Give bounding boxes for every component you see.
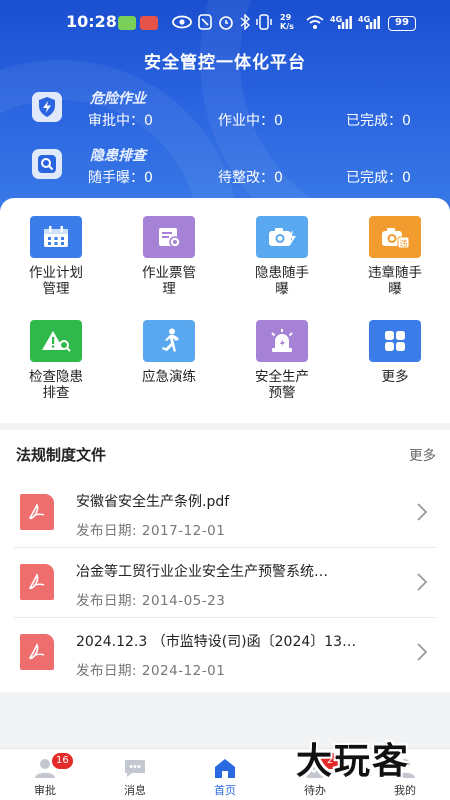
stat-label: 随手曝： [88,170,144,186]
camera-icon [256,216,308,258]
tab-label: 审批 [34,784,56,797]
tab-label: 我的 [394,784,416,797]
signal-icon-1 [338,16,352,29]
grid-item-work-ticket[interactable]: 作业票管理 [113,216,225,297]
document-date-label: 发布日期: [76,663,138,679]
heart-notification-icon [140,16,158,30]
stat-title: 危险作业 [90,91,146,107]
warning-search-icon [30,320,82,362]
chevron-right-icon [417,573,428,591]
stat-dangerous-work[interactable]: 危险作业 审批中：0 作业中：0 已完成：0 [30,88,430,138]
document-date: 2024-12-01 [141,663,226,679]
document-title: 2024.12.3 （市监特设(司)函〔2024〕13… [76,634,357,650]
status-time: 10:28 [66,12,117,31]
grid-item-label: 排查 [42,385,70,401]
shield-lightning-icon [32,92,62,122]
grid-item-label: 违章随手 [368,265,422,281]
svg-text:违: 违 [400,239,408,248]
running-man-icon [143,320,195,362]
stat-value: 0 [274,170,283,186]
stat-label: 待整改： [218,170,274,186]
function-grid: 作业计划管理 作业票管理 隐患随手曝 违 违章随手曝 检查隐患排查 应急演练 [0,198,450,423]
grid-item-label: 管理 [42,281,70,297]
document-date: 2017-12-01 [141,523,226,539]
tab-label: 消息 [124,784,146,797]
grid-item-safety-warning[interactable]: 安全生产 预警 [226,320,338,401]
document-row[interactable]: 安徽省安全生产条例.pdf 发布日期: 2017-12-01 [0,478,450,548]
grid-item-label: 检查隐患 [29,369,83,385]
alarm-icon [219,16,233,30]
document-date-label: 发布日期: [76,523,138,539]
search-icon [32,149,62,179]
pdf-icon [20,634,54,670]
stat-label: 已完成： [346,113,402,129]
grid-item-label: 作业票管 [142,265,196,281]
tab-label: 首页 [214,784,236,797]
laws-section: 法规制度文件 更多 安徽省安全生产条例.pdf 发布日期: 2017-12-01… [0,430,450,692]
stat-hazard-check[interactable]: 隐患排查 随手曝：0 待整改：0 已完成：0 [30,145,430,195]
grid-item-hazard-inspection[interactable]: 检查隐患 排查 [0,320,112,401]
grid-item-label: 作业计划 [29,265,83,281]
document-row[interactable]: 2024.12.3 （市监特设(司)函〔2024〕13… 发布日期: 2024-… [0,618,450,688]
grid-item-label: 安全生产 [255,369,309,385]
calendar-icon [30,216,82,258]
stat-label: 作业中： [218,113,274,129]
tab-label: 待办 [304,784,326,797]
grid-item-label: 隐患随手 [255,265,309,281]
chevron-right-icon [417,503,428,521]
stat-label: 审批中： [88,113,144,129]
grid-item-label: 理 [162,281,176,297]
grid-item-label: 应急演练 [142,369,196,385]
grid-item-hazard-report[interactable]: 隐患随手曝 [226,216,338,297]
grid-item-emergency-drill[interactable]: 应急演练 [113,320,225,385]
home-icon [215,759,235,778]
alarm-light-icon [256,320,308,362]
bluetooth-icon [240,14,250,30]
eye-icon [172,15,192,29]
document-title: 安徽省安全生产条例.pdf [76,494,230,510]
section-title: 法规制度文件 [16,446,107,464]
document-date-label: 发布日期: [76,593,138,609]
stat-value: 0 [402,170,411,186]
app-notification-icon [118,16,136,30]
document-title: 冶金等工贸行业企业安全生产预警系统… [76,564,328,580]
tab-home[interactable]: 首页 [180,749,270,800]
header: 10:28 29 K/s 4G 4G 99 安全管控一体化平台 危险作业 审批中… [0,0,450,230]
page-title: 安全管控一体化平台 [144,53,306,73]
network-speed: 29 K/s [280,13,294,31]
stat-value: 0 [144,113,153,129]
camera-violation-icon: 违 [369,216,421,258]
battery-icon: 99 [388,16,416,31]
ticket-settings-icon [143,216,195,258]
signal-icon-2 [366,16,380,29]
tab-messages[interactable]: 消息 [90,749,180,800]
notification-badge: 16 [52,753,73,769]
grid-item-work-plan[interactable]: 作业计划 管理 [0,216,112,297]
vibrate-icon [256,14,272,30]
grid-item-label: 预警 [268,385,296,401]
stat-value: 0 [402,113,411,129]
grid-item-violation-report[interactable]: 违 违章随手曝 [339,216,450,297]
nfc-icon [198,14,212,30]
grid-item-more[interactable]: 更多 [339,320,450,385]
stat-label: 已完成： [346,170,402,186]
message-icon [125,760,145,777]
pdf-icon [20,564,54,600]
document-row[interactable]: 冶金等工贸行业企业安全生产预警系统… 发布日期: 2014-05-23 [0,548,450,618]
stat-title: 隐患排查 [90,148,146,164]
wifi-icon [306,15,324,29]
watermark: 大玩客 [296,741,411,782]
grid-item-label: 曝 [275,281,289,297]
grid-item-label: 更多 [381,369,409,385]
stat-value: 0 [274,113,283,129]
chevron-right-icon [417,643,428,661]
grid-item-label: 曝 [388,281,402,297]
tab-approval[interactable]: 16 审批 [0,749,90,800]
more-link[interactable]: 更多 [409,444,436,464]
document-date: 2014-05-23 [141,593,226,609]
pdf-icon [20,494,54,530]
stat-value: 0 [144,170,153,186]
status-bar: 10:28 29 K/s 4G 4G 99 [0,8,450,38]
grid-more-icon [369,320,421,362]
